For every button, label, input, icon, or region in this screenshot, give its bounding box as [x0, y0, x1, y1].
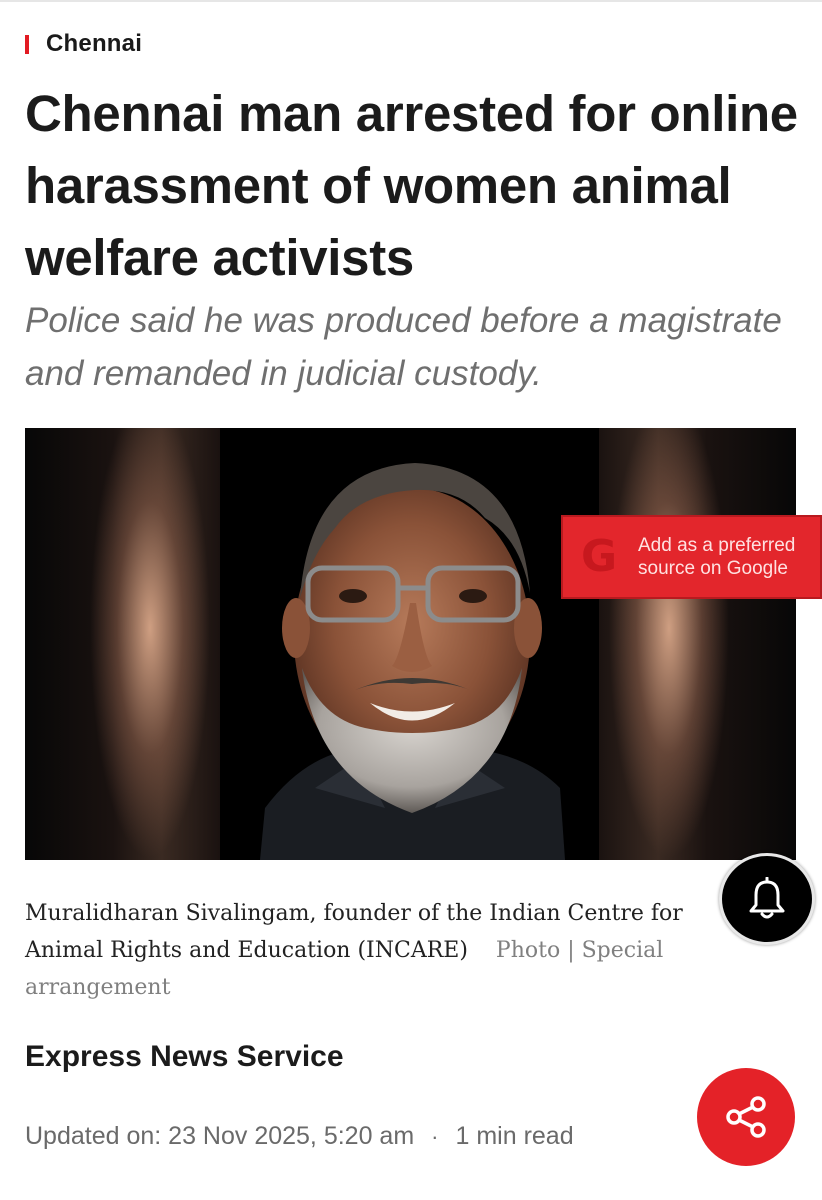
- article-headline: Chennai man arrested for online harassme…: [25, 85, 798, 286]
- photo-blur-right: [599, 428, 796, 860]
- photo-blur-left: [25, 428, 220, 860]
- bell-icon: [749, 877, 785, 919]
- google-badge-line2: source on Google: [638, 558, 788, 579]
- read-time: 1 min read: [455, 1122, 574, 1150]
- author-byline[interactable]: Express News Service: [25, 1040, 344, 1074]
- article-subheadline: Police said he was produced before a mag…: [25, 301, 782, 393]
- google-logo-icon: G: [580, 531, 618, 582]
- photo-portrait-area: [220, 428, 599, 860]
- updated-timestamp: Updated on: 23 Nov 2025, 5:20 am: [25, 1122, 415, 1150]
- share-icon: [726, 1096, 766, 1138]
- article-photo[interactable]: [25, 428, 796, 860]
- portrait-image: [260, 463, 565, 860]
- google-badge-label: Add as a preferred source on Google: [638, 534, 795, 580]
- photo-caption: Muralidharan Sivalingam, founder of the …: [25, 895, 715, 1006]
- google-preferred-source-button[interactable]: G Add as a preferred source on Google: [561, 515, 822, 599]
- section-accent-bar: [25, 34, 29, 54]
- article-meta: Updated on: 23 Nov 2025, 5:20 am · 1 min…: [25, 1122, 574, 1151]
- google-badge-line1: Add as a preferred: [638, 535, 796, 556]
- notification-bell-button[interactable]: [719, 853, 815, 945]
- meta-separator: ·: [431, 1123, 439, 1149]
- share-button[interactable]: [697, 1068, 795, 1166]
- top-border: [0, 0, 822, 2]
- section-label[interactable]: Chennai: [46, 30, 142, 58]
- section-tag[interactable]: Chennai: [25, 30, 142, 58]
